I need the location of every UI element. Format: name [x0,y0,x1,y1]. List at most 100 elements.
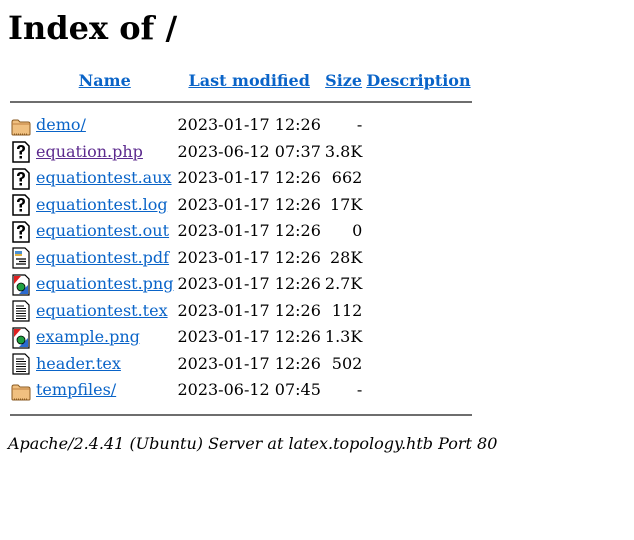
description-cell [365,113,471,138]
sort-by-description-link[interactable]: Description [366,71,470,90]
file-link[interactable]: equationtest.aux [36,168,172,187]
footer-divider [10,413,472,416]
file-icon-cell [10,299,33,324]
table-row-equationtest-pdf: equationtest.pdf 2023-01-17 12:26 28K [10,246,472,271]
text-file-icon [11,300,31,322]
size-cell: 0 [352,221,363,241]
image-file-icon [11,273,31,296]
sort-by-size-link[interactable]: Size [325,71,362,90]
name-cell: tempfiles/ [35,378,174,403]
description-cell [365,219,471,244]
size-cell: 1.3K [324,327,363,347]
name-cell: equationtest.aux [35,166,174,191]
folder-icon [11,115,31,137]
description-cell [365,166,471,191]
name-cell: equationtest.log [35,193,174,218]
text-file-icon [11,353,31,375]
table-row-equation-php: equation.php 2023-06-12 07:37 3.8K [10,140,472,165]
file-link[interactable]: example.png [36,327,140,346]
size-cell: 502 [331,353,363,373]
name-cell: equationtest.tex [35,299,174,324]
file-icon-cell [10,325,33,350]
folder-icon [11,380,31,402]
table-row-equationtest-tex: equationtest.tex 2023-01-17 12:26 112 [10,299,472,324]
name-cell: header.tex [35,352,174,377]
file-link[interactable]: equationtest.png [36,274,173,293]
table-row-header-tex: header.tex 2023-01-17 12:26 502 [10,352,472,377]
file-icon-cell [10,219,33,244]
file-link[interactable]: tempfiles/ [36,380,116,399]
file-link[interactable]: equationtest.log [36,195,168,214]
header-divider [10,101,472,103]
file-icon-cell [10,113,33,138]
file-link[interactable]: equationtest.out [36,221,169,240]
image-file-icon [11,326,31,349]
file-link[interactable]: equation.php [36,142,143,161]
name-cell: example.png [35,325,174,350]
size-cell: 17K [330,194,363,214]
name-cell: equationtest.png [35,272,174,297]
file-icon-cell [10,352,33,377]
last-modified-cell: 2023-01-17 12:26 [177,300,321,320]
name-cell: equationtest.out [35,219,174,244]
file-link[interactable]: equationtest.tex [36,301,168,320]
last-modified-cell: 2023-01-17 12:26 [177,221,321,241]
table-row-example-png: example.png 2023-01-17 12:26 1.3K [10,325,472,350]
directory-listing: Name Last modified Size Description demo… [8,68,474,424]
unknown-file-icon [11,141,31,163]
table-row-demo: demo/ 2023-01-17 12:26 - [10,113,472,138]
name-cell: equation.php [35,140,174,165]
last-modified-cell: 2023-01-17 12:26 [177,115,321,135]
last-modified-cell: 2023-01-17 12:26 [177,327,321,347]
size-cell: - [356,380,363,400]
size-cell: 662 [331,168,363,188]
sort-by-last-modified-link[interactable]: Last modified [188,71,309,90]
sort-by-name-link[interactable]: Name [79,71,131,90]
last-modified-cell: 2023-01-17 12:26 [177,353,321,373]
last-modified-cell: 2023-01-17 12:26 [177,194,321,214]
file-icon-cell [10,193,33,218]
table-row-equationtest-out: equationtest.out 2023-01-17 12:26 0 [10,219,472,244]
size-cell: 28K [330,247,363,267]
file-icon-cell [10,272,33,297]
page-title: Index of / [8,9,178,47]
file-link[interactable]: demo/ [36,115,86,134]
file-icon-cell [10,166,33,191]
last-modified-cell: 2023-06-12 07:45 [177,380,321,400]
file-icon-cell [10,378,33,403]
last-modified-cell: 2023-01-17 12:26 [177,247,321,267]
unknown-file-icon [11,220,31,243]
file-link[interactable]: header.tex [36,354,121,373]
table-row-equationtest-aux: equationtest.aux 2023-01-17 12:26 662 [10,166,472,191]
name-cell: demo/ [35,113,174,138]
description-cell [365,140,471,165]
layout-file-icon [11,247,31,269]
last-modified-cell: 2023-06-12 07:37 [177,141,321,161]
unknown-file-icon [11,167,31,190]
header-divider-row [10,94,472,111]
last-modified-cell: 2023-01-17 12:26 [177,274,321,294]
description-cell [365,352,471,377]
footer-divider-row [10,405,472,422]
file-link[interactable]: equationtest.pdf [36,248,169,267]
description-cell [365,299,471,324]
description-cell [365,193,471,218]
file-icon-cell [10,246,33,271]
description-cell [365,378,471,403]
size-cell: 112 [331,300,363,320]
size-cell: 3.8K [324,141,363,161]
server-signature: Apache/2.4.41 (Ubuntu) Server at latex.t… [8,433,498,453]
last-modified-cell: 2023-01-17 12:26 [177,168,321,188]
table-row-tempfiles: tempfiles/ 2023-06-12 07:45 - [10,378,472,403]
table-row-equationtest-log: equationtest.log 2023-01-17 12:26 17K [10,193,472,218]
description-cell [365,325,471,350]
header-row: Name Last modified Size Description [10,70,472,92]
description-cell [365,272,471,297]
table-row-equationtest-png: equationtest.png 2023-01-17 12:26 2.7K [10,272,472,297]
name-cell: equationtest.pdf [35,246,174,271]
size-cell: 2.7K [324,274,363,294]
size-cell: - [356,115,363,135]
file-icon-cell [10,140,33,165]
icon-column-header [10,70,33,92]
unknown-file-icon [11,194,31,216]
